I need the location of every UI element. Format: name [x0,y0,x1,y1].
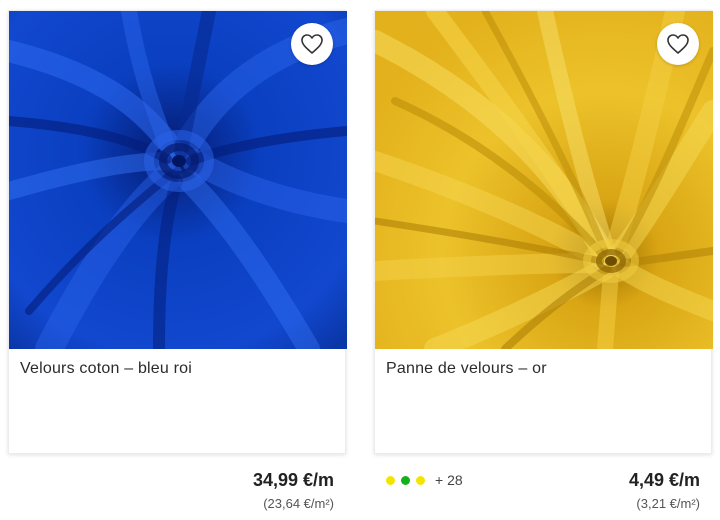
color-swatch[interactable] [401,475,410,485]
product-image[interactable] [375,11,713,349]
favorite-button[interactable] [291,23,333,65]
heart-outline-icon [301,34,323,54]
color-swatch[interactable] [386,475,395,485]
product-card[interactable]: Panne de velours – or [374,10,713,454]
unit-price: (23,64 €/m²) [263,496,334,511]
color-swatches[interactable]: + 28 [386,472,463,488]
product-title[interactable]: Velours coton – bleu roi [20,360,335,378]
product-card[interactable]: Velours coton – bleu roi [8,10,347,454]
product-image[interactable] [9,11,347,349]
price-block: 34,99 €/m (23,64 €/m²) [253,470,334,511]
heart-outline-icon [667,34,689,54]
more-colors-count[interactable]: + 28 [435,472,463,488]
favorite-button[interactable] [657,23,699,65]
price: 4,49 €/m [628,470,700,490]
product-title[interactable]: Panne de velours – or [386,360,701,378]
unit-price: (3,21 €/m²) [636,496,700,511]
price-block: 4,49 €/m (3,21 €/m²) [629,470,700,511]
price: 34,99 €/m [252,470,334,490]
color-swatch[interactable] [416,475,425,485]
